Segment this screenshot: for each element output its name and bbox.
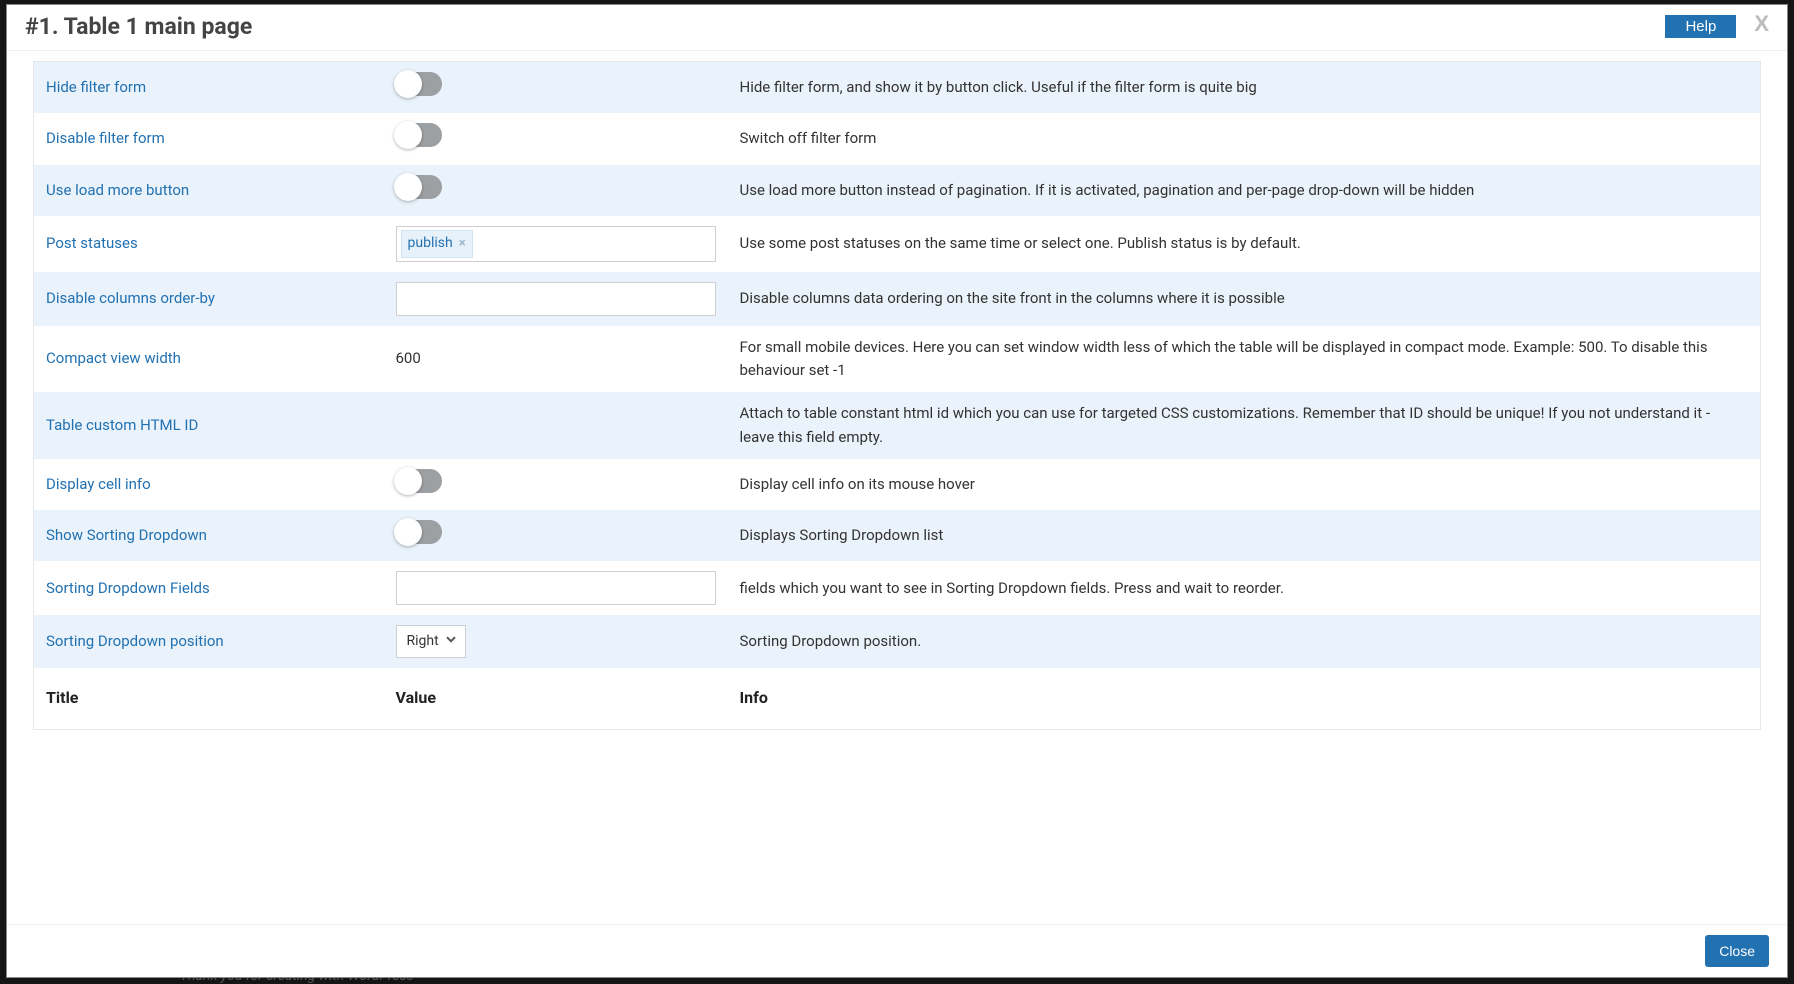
use-load-more-button-title-cell: Use load more button bbox=[34, 165, 384, 216]
select-value: Right bbox=[407, 631, 439, 653]
disable-filter-form-label-link[interactable]: Disable filter form bbox=[46, 129, 165, 147]
display-cell-info-title-cell: Display cell info bbox=[34, 459, 384, 510]
modal-header-right: Help X bbox=[1665, 15, 1769, 38]
post-statuses-tag: publish × bbox=[401, 230, 473, 258]
sorting-dropdown-fields-title-cell: Sorting Dropdown Fields bbox=[34, 561, 384, 615]
sorting-dropdown-position-info: Sorting Dropdown position. bbox=[728, 615, 1761, 668]
disable-columns-order-by-input[interactable] bbox=[396, 282, 716, 316]
settings-row: Show Sorting Dropdown Displays Sorting Dr… bbox=[34, 510, 1761, 561]
tag-remove-icon[interactable]: × bbox=[459, 234, 466, 254]
modal-body[interactable]: Hide filter form Hide filter form, and sh… bbox=[7, 51, 1787, 924]
display-cell-info-info: Display cell info on its mouse hover bbox=[728, 459, 1761, 510]
table-custom-html-id-title-cell: Table custom HTML ID bbox=[34, 392, 384, 459]
post-statuses-value-cell: publish × bbox=[384, 216, 728, 272]
settings-table: Hide filter form Hide filter form, and sh… bbox=[33, 61, 1761, 730]
help-button[interactable]: Help bbox=[1665, 15, 1736, 38]
sorting-dropdown-fields-info: fields which you want to see in Sorting … bbox=[728, 561, 1761, 615]
table-custom-html-id-value-cell bbox=[384, 392, 728, 459]
column-header-title: Title bbox=[34, 668, 384, 729]
hide-filter-form-value-cell bbox=[384, 62, 728, 114]
settings-row: Sorting Dropdown position Right Sorting Dr… bbox=[34, 615, 1761, 668]
column-header-info: Info bbox=[728, 668, 1761, 729]
disable-columns-order-by-info: Disable columns data ordering on the sit… bbox=[728, 272, 1761, 326]
disable-filter-form-title-cell: Disable filter form bbox=[34, 113, 384, 164]
compact-view-width-title-cell: Compact view width bbox=[34, 326, 384, 393]
show-sorting-dropdown-toggle[interactable] bbox=[396, 520, 442, 544]
table-custom-html-id-info: Attach to table constant html id which y… bbox=[728, 392, 1761, 459]
modal-footer: Close bbox=[7, 924, 1787, 977]
sorting-dropdown-position-value-cell: Right bbox=[384, 615, 728, 668]
settings-row: Use load more button Use load more button… bbox=[34, 165, 1761, 216]
use-load-more-button-info: Use load more button instead of paginati… bbox=[728, 165, 1761, 216]
disable-columns-order-by-value-cell bbox=[384, 272, 728, 326]
settings-row: Display cell info Display cell info on it… bbox=[34, 459, 1761, 510]
post-statuses-info: Use some post statuses on the same time … bbox=[728, 216, 1761, 272]
column-header-row: TitleValueInfo bbox=[34, 668, 1761, 729]
display-cell-info-toggle[interactable] bbox=[396, 469, 442, 493]
sorting-dropdown-fields-value-cell bbox=[384, 561, 728, 615]
show-sorting-dropdown-title-cell: Show Sorting Dropdown bbox=[34, 510, 384, 561]
use-load-more-button-label-link[interactable]: Use load more button bbox=[46, 181, 189, 199]
settings-row: Compact view width 600 For small mobile de… bbox=[34, 326, 1761, 393]
use-load-more-button-value-cell bbox=[384, 165, 728, 216]
sorting-dropdown-fields-input[interactable] bbox=[396, 571, 716, 605]
display-cell-info-label-link[interactable]: Display cell info bbox=[46, 475, 151, 493]
post-statuses-tag-input[interactable]: publish × bbox=[396, 226, 716, 262]
settings-row: Disable filter form Switch off filter for… bbox=[34, 113, 1761, 164]
settings-row: Table custom HTML ID Attach to table cons… bbox=[34, 392, 1761, 459]
disable-columns-order-by-label-link[interactable]: Disable columns order-by bbox=[46, 289, 215, 307]
settings-row: Hide filter form Hide filter form, and sh… bbox=[34, 62, 1761, 114]
modal-header: #1. Table 1 main page Help X bbox=[7, 5, 1787, 51]
show-sorting-dropdown-value-cell bbox=[384, 510, 728, 561]
sorting-dropdown-fields-label-link[interactable]: Sorting Dropdown Fields bbox=[46, 579, 210, 597]
sorting-dropdown-position-select[interactable]: Right bbox=[396, 625, 466, 658]
close-icon[interactable]: X bbox=[1754, 13, 1769, 35]
settings-row: Disable columns order-by Disable columns … bbox=[34, 272, 1761, 326]
tag-label: publish bbox=[408, 233, 453, 255]
display-cell-info-value-cell bbox=[384, 459, 728, 510]
hide-filter-form-info: Hide filter form, and show it by button … bbox=[728, 62, 1761, 114]
post-statuses-title-cell: Post statuses bbox=[34, 216, 384, 272]
compact-view-width-value-cell: 600 bbox=[384, 326, 728, 393]
show-sorting-dropdown-info: Displays Sorting Dropdown list bbox=[728, 510, 1761, 561]
hide-filter-form-label-link[interactable]: Hide filter form bbox=[46, 78, 146, 96]
close-button[interactable]: Close bbox=[1705, 935, 1769, 967]
show-sorting-dropdown-label-link[interactable]: Show Sorting Dropdown bbox=[46, 526, 207, 544]
sorting-dropdown-position-title-cell: Sorting Dropdown position bbox=[34, 615, 384, 668]
sorting-dropdown-position-label-link[interactable]: Sorting Dropdown position bbox=[46, 632, 224, 650]
compact-view-width-value: 600 bbox=[396, 349, 421, 367]
settings-modal: #1. Table 1 main page Help X Hide filter… bbox=[6, 4, 1788, 978]
compact-view-width-label-link[interactable]: Compact view width bbox=[46, 349, 181, 367]
disable-filter-form-value-cell bbox=[384, 113, 728, 164]
settings-row: Sorting Dropdown Fields fields which you … bbox=[34, 561, 1761, 615]
hide-filter-form-toggle[interactable] bbox=[396, 72, 442, 96]
disable-filter-form-toggle[interactable] bbox=[396, 123, 442, 147]
post-statuses-label-link[interactable]: Post statuses bbox=[46, 234, 138, 252]
table-custom-html-id-label-link[interactable]: Table custom HTML ID bbox=[46, 416, 198, 434]
modal-title: #1. Table 1 main page bbox=[25, 13, 252, 40]
chevron-down-icon bbox=[445, 631, 457, 653]
disable-filter-form-info: Switch off filter form bbox=[728, 113, 1761, 164]
hide-filter-form-title-cell: Hide filter form bbox=[34, 62, 384, 114]
use-load-more-button-toggle[interactable] bbox=[396, 175, 442, 199]
column-header-value: Value bbox=[384, 668, 728, 729]
settings-row: Post statuses publish × Use some post statu… bbox=[34, 216, 1761, 272]
compact-view-width-info: For small mobile devices. Here you can s… bbox=[728, 326, 1761, 393]
disable-columns-order-by-title-cell: Disable columns order-by bbox=[34, 272, 384, 326]
